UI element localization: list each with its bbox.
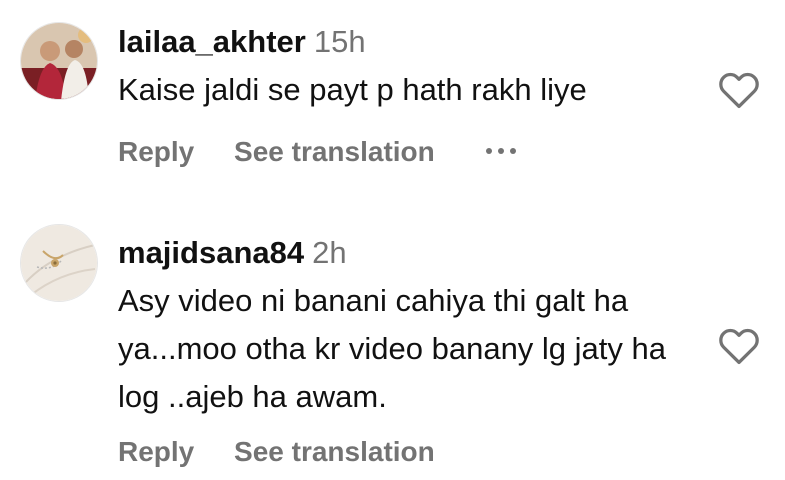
- comment-actions: Reply See translation: [118, 135, 435, 169]
- comment-header: lailaa_akhter 15h: [118, 24, 366, 60]
- heart-outline-icon[interactable]: [718, 327, 760, 365]
- avatar-photo: [21, 23, 97, 99]
- reply-button[interactable]: Reply: [118, 135, 194, 169]
- comment-header: majidsana84 2h: [118, 235, 347, 271]
- see-translation-button[interactable]: See translation: [234, 135, 435, 169]
- comment-text: Kaise jaldi se payt p hath rakh liye: [118, 72, 587, 107]
- username[interactable]: majidsana84: [118, 235, 304, 270]
- timestamp[interactable]: 15h: [314, 24, 366, 59]
- ellipsis-icon[interactable]: [486, 146, 516, 156]
- comment-item: majidsana84 2h Asy video ni banani cahiya…: [0, 200, 785, 480]
- comment-actions: Reply See translation: [118, 435, 435, 469]
- avatar-photo: [21, 225, 97, 301]
- timestamp[interactable]: 2h: [312, 235, 346, 270]
- avatar[interactable]: [20, 22, 98, 100]
- comment-item: lailaa_akhter 15h Kaise jaldi se payt p h…: [0, 0, 785, 200]
- reply-button[interactable]: Reply: [118, 435, 194, 469]
- username[interactable]: lailaa_akhter: [118, 24, 306, 59]
- heart-outline-icon[interactable]: [718, 71, 760, 109]
- comment-text: Asy video ni banani cahiya thi galt ha y…: [118, 283, 666, 414]
- see-translation-button[interactable]: See translation: [234, 435, 435, 469]
- avatar[interactable]: [20, 224, 98, 302]
